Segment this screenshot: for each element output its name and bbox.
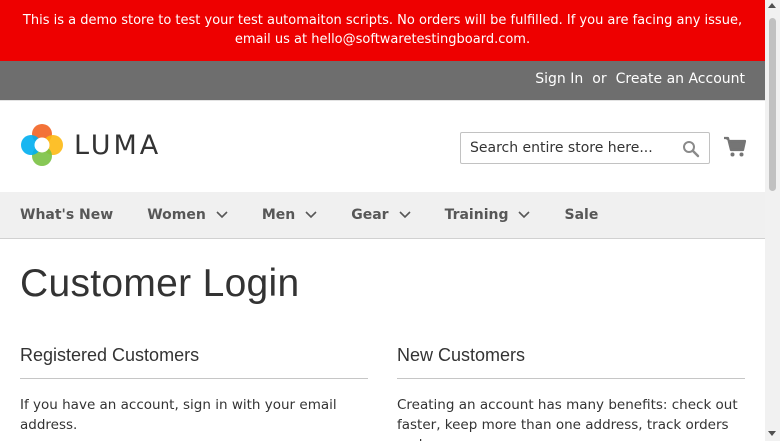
nav-item-men[interactable]: Men	[262, 192, 317, 238]
page-scrollbar[interactable]	[765, 0, 780, 441]
luma-logo[interactable]: LUMA	[20, 123, 161, 167]
page-title: Customer Login	[20, 262, 300, 305]
nav-item-label: Sale	[564, 207, 599, 223]
scrollbar-thumb[interactable]	[769, 18, 776, 191]
header-top-bar: Sign In or Create an Account	[0, 61, 765, 101]
sign-in-link[interactable]: Sign In	[535, 71, 583, 87]
nav-item-women[interactable]: Women	[147, 192, 228, 238]
chevron-down-icon	[398, 211, 411, 219]
nav-item-sale[interactable]: Sale	[564, 192, 598, 238]
nav-item-training[interactable]: Training	[445, 192, 531, 238]
nav-item-label: Women	[147, 207, 206, 223]
nav-item-label: Gear	[351, 207, 389, 223]
registered-customers-block: Registered Customers If you have an acco…	[20, 345, 368, 435]
demo-store-banner: This is a demo store to test your test a…	[0, 0, 765, 61]
new-customers-text: Creating an account has many benefits: c…	[397, 397, 738, 441]
registered-customers-title: Registered Customers	[20, 345, 368, 379]
main-navigation: What's New Women Men Gear Training Sale	[0, 192, 765, 239]
registered-customers-text: If you have an account, sign in with you…	[20, 397, 337, 433]
luma-logo-icon	[21, 124, 63, 166]
new-customers-title: New Customers	[397, 345, 745, 379]
minicart-button[interactable]	[723, 136, 747, 158]
header-main: LUMA	[0, 101, 765, 192]
demo-banner-text: This is a demo store to test your test a…	[22, 13, 743, 47]
search-button[interactable]	[682, 140, 700, 158]
search-input[interactable]	[461, 133, 676, 163]
nav-item-gear[interactable]: Gear	[351, 192, 411, 238]
or-separator: or	[592, 71, 607, 87]
search-box	[460, 132, 710, 164]
scroll-up-arrow-icon[interactable]	[768, 3, 776, 8]
logo-text: LUMA	[74, 129, 162, 161]
chevron-down-icon	[216, 211, 228, 219]
chevron-down-icon	[518, 211, 531, 219]
create-account-link[interactable]: Create an Account	[616, 71, 745, 87]
new-customers-block: New Customers Creating an account has ma…	[397, 345, 745, 441]
nav-item-label: Men	[261, 207, 296, 223]
cart-icon	[724, 136, 747, 157]
chevron-down-icon	[305, 211, 317, 219]
scroll-down-arrow-icon[interactable]	[768, 431, 776, 436]
header-links: Sign In or Create an Account	[535, 71, 745, 87]
nav-item-label: What's New	[20, 207, 114, 223]
search-icon	[683, 141, 700, 158]
nav-item-label: Training	[444, 207, 509, 223]
nav-item-whats-new[interactable]: What's New	[20, 192, 113, 238]
